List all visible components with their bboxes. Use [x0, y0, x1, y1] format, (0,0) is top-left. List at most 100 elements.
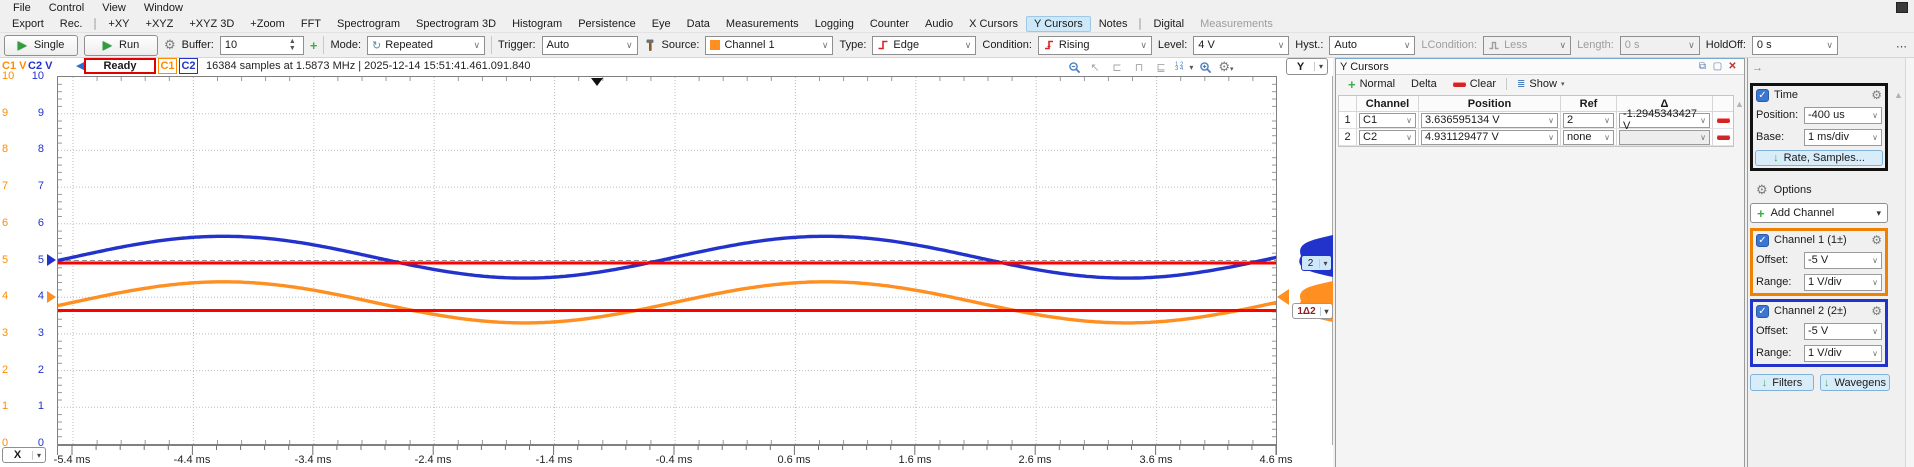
rate-samples-button[interactable]: ↓ Rate, Samples... — [1755, 150, 1883, 166]
cursor1-delta-select[interactable]: -1.2945343427 V∨ — [1619, 113, 1710, 128]
trigger-level-arrow-icon[interactable] — [1277, 289, 1289, 305]
channel1-range-select[interactable]: 1 V/div∨ — [1804, 274, 1882, 291]
view-tab[interactable]: Histogram — [504, 16, 570, 32]
cursor1-handle[interactable]: 1Δ2▾ — [1292, 303, 1333, 319]
measure-vertical-icon[interactable]: ⊓ — [1131, 61, 1147, 74]
add-buffer-icon[interactable]: + — [310, 38, 318, 53]
run-button[interactable]: ▶ Run — [84, 35, 158, 56]
sidebar-scroll-up-icon[interactable]: ▲ — [1894, 90, 1903, 100]
channel2-range-select[interactable]: 1 V/div∨ — [1804, 345, 1882, 362]
channel1-badge[interactable]: C1 — [158, 58, 177, 74]
view-tab[interactable]: Spectrogram 3D — [408, 16, 504, 32]
channel2-offset-select[interactable]: -5 V∨ — [1804, 323, 1882, 340]
cursor2-ref-select[interactable]: none∨ — [1563, 130, 1614, 145]
time-position-select[interactable]: -400 us∨ — [1804, 107, 1882, 124]
menu-item[interactable]: Control — [40, 1, 93, 15]
view-tab[interactable]: Rec. — [52, 16, 91, 32]
channel1-gear-icon[interactable]: ⚙ — [1871, 233, 1882, 247]
remove-cursor-button[interactable] — [1717, 118, 1730, 123]
channel2-gear-icon[interactable]: ⚙ — [1871, 304, 1882, 318]
zoom-fit-icon[interactable] — [1199, 61, 1212, 74]
c1-trigger-level-marker[interactable] — [47, 291, 56, 303]
channel2-badge[interactable]: C2 — [179, 58, 198, 74]
add-channel-button[interactable]: + Add Channel ▾ — [1750, 203, 1888, 223]
close-icon[interactable]: ✕ — [1725, 61, 1740, 72]
y-axis-menu-button[interactable]: Y▾ — [1286, 58, 1328, 75]
restore-icon[interactable]: ⧉ — [1695, 61, 1710, 72]
trigger-setup-icon[interactable] — [644, 38, 656, 52]
buffer-spinner[interactable]: ▲▼ — [286, 37, 299, 54]
menu-item[interactable]: Window — [135, 1, 192, 15]
menu-item[interactable]: File — [4, 1, 40, 15]
y-cursors-toolbar: + Normal Delta Clear ≣ Show ▾ — [1336, 75, 1744, 93]
cursor2-handle[interactable]: 2▾ — [1301, 255, 1332, 271]
time-gear-icon[interactable]: ⚙ — [1871, 88, 1882, 102]
view-tab[interactable]: Y Cursors — [1026, 16, 1091, 32]
add-normal-cursor-button[interactable]: + Normal — [1342, 76, 1401, 93]
plot-settings-gear-icon[interactable]: ⚙▾ — [1218, 59, 1233, 75]
cursor2-position-select[interactable]: 4.931129477 V∨ — [1421, 130, 1558, 145]
type-select[interactable]: Edge ∨ — [872, 36, 976, 55]
cursor1-position-select[interactable]: 3.636595134 V∨ — [1421, 113, 1558, 128]
cursor2-channel-select[interactable]: C2∨ — [1359, 130, 1416, 145]
view-tab[interactable]: Notes — [1091, 16, 1136, 32]
channel1-offset-select[interactable]: -5 V∨ — [1804, 252, 1882, 269]
add-delta-cursor-button[interactable]: Delta — [1405, 77, 1443, 91]
view-tab[interactable]: Audio — [917, 16, 961, 32]
plot-tools: ↖ ⊏ ⊓ ⊑ 1 23 4 ▾ ⚙▾ — [1068, 58, 1234, 76]
window-icon[interactable] — [1896, 2, 1908, 13]
table-scroll-up-icon[interactable]: ▲ — [1735, 99, 1744, 109]
view-tab[interactable]: Measurements — [718, 16, 807, 32]
view-tab[interactable]: Eye — [644, 16, 679, 32]
hysteresis-select[interactable]: Auto ∨ — [1329, 36, 1415, 55]
view-tab[interactable]: Logging — [807, 16, 862, 32]
view-tab[interactable]: Export — [4, 16, 52, 32]
holdoff-select[interactable]: 0 s ∨ — [1752, 36, 1838, 55]
dock-arrow-icon[interactable]: → — [1752, 62, 1763, 74]
view-tab[interactable]: X Cursors — [961, 16, 1026, 32]
time-base-select[interactable]: 1 ms/div∨ — [1804, 129, 1882, 146]
zoom-in-icon[interactable] — [1068, 61, 1081, 74]
view-tab[interactable]: +XYZ 3D — [181, 16, 242, 32]
view-tab[interactable]: Data — [679, 16, 718, 32]
clear-cursors-button[interactable]: Clear — [1447, 77, 1502, 91]
remove-cursor-button[interactable] — [1717, 135, 1730, 140]
channel1-enable-checkbox[interactable]: ✓ — [1756, 234, 1769, 247]
mode-select[interactable]: ↻ Repeated ∨ — [367, 36, 485, 55]
cursor-arrow-icon[interactable]: ↖ — [1087, 61, 1103, 74]
dropdown-icon[interactable]: ▾ — [1189, 63, 1193, 72]
view-tab[interactable]: Persistence — [570, 16, 643, 32]
waveform-plot[interactable] — [57, 76, 1277, 445]
wavegens-button[interactable]: ↓ Wavegens — [1820, 374, 1890, 391]
level-select[interactable]: 4 V ∨ — [1193, 36, 1289, 55]
view-tab[interactable]: FFT — [293, 16, 329, 32]
measure-step-icon[interactable]: ⊑ — [1153, 61, 1169, 74]
show-menu-button[interactable]: ≣ Show ▾ — [1511, 77, 1570, 91]
condition-select[interactable]: Rising ∨ — [1038, 36, 1152, 55]
toolbar-overflow-icon[interactable]: ⋯ — [1896, 40, 1908, 53]
buffer-input[interactable]: 10 ▲▼ — [220, 36, 304, 55]
trigger-select[interactable]: Auto ∨ — [542, 36, 638, 55]
time-enable-checkbox[interactable]: ✓ — [1756, 89, 1769, 102]
filters-button[interactable]: ↓ Filters — [1750, 374, 1814, 391]
view-tab[interactable]: +XYZ — [138, 16, 182, 32]
view-tab[interactable]: +XY — [100, 16, 137, 32]
acquisition-gear-icon[interactable]: ⚙ — [164, 37, 176, 53]
y-cursors-titlebar[interactable]: Y Cursors ⧉ ▢ ✕ — [1336, 59, 1744, 75]
view-tab[interactable]: Digital — [1145, 16, 1192, 32]
channel2-enable-checkbox[interactable]: ✓ — [1756, 305, 1769, 318]
options-button[interactable]: ⚙ Options — [1756, 182, 1812, 198]
source-select[interactable]: Channel 1 ∨ — [705, 36, 833, 55]
view-tab[interactable]: +Zoom — [242, 16, 293, 32]
maximize-icon[interactable]: ▢ — [1710, 61, 1725, 72]
view-tab[interactable]: Spectrogram — [329, 16, 408, 32]
measure-horizontal-icon[interactable]: ⊏ — [1109, 61, 1125, 74]
menu-item[interactable]: View — [93, 1, 135, 15]
cursor1-channel-select[interactable]: C1∨ — [1359, 113, 1416, 128]
x-axis-menu-button[interactable]: X▾ — [2, 447, 46, 463]
quick-measure-icon[interactable]: 1 23 4 — [1175, 63, 1183, 71]
single-button[interactable]: ▶ Single — [4, 35, 78, 56]
cursor1-ref-select[interactable]: 2∨ — [1563, 113, 1614, 128]
view-tab[interactable]: Counter — [862, 16, 917, 32]
c2-offset-marker[interactable] — [47, 254, 56, 266]
